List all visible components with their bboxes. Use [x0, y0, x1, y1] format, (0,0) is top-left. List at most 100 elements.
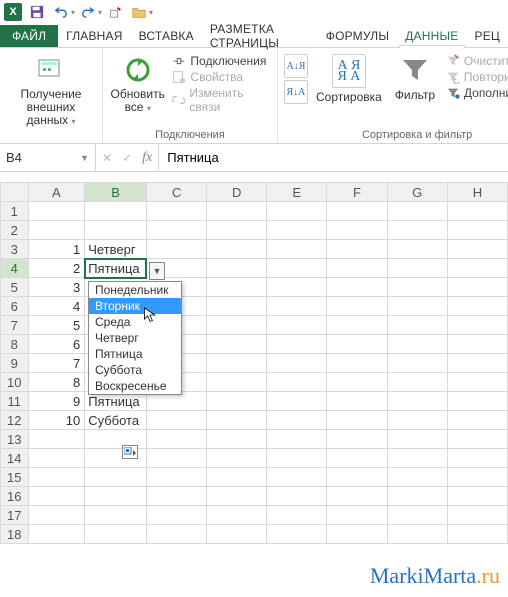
cell[interactable]	[327, 354, 387, 373]
row-header[interactable]: 9	[1, 354, 29, 373]
col-header-E[interactable]: E	[267, 183, 327, 202]
col-header-F[interactable]: F	[327, 183, 387, 202]
cell[interactable]	[387, 392, 447, 411]
cell[interactable]	[207, 240, 267, 259]
cell[interactable]	[327, 525, 387, 544]
row-header[interactable]: 15	[1, 468, 29, 487]
cell[interactable]	[387, 468, 447, 487]
cell[interactable]	[327, 221, 387, 240]
cell[interactable]	[447, 240, 507, 259]
get-external-data-button[interactable]: Получениевнешних данных ▾	[6, 52, 96, 128]
cell[interactable]	[207, 221, 267, 240]
cell[interactable]	[267, 392, 327, 411]
col-header-A[interactable]: A	[28, 183, 85, 202]
tab-home[interactable]: ГЛАВНАЯ	[58, 25, 130, 47]
cell[interactable]	[327, 506, 387, 525]
reapply-button[interactable]: Повторить	[446, 70, 508, 84]
cell[interactable]	[267, 335, 327, 354]
cell[interactable]	[28, 506, 85, 525]
cell[interactable]	[267, 373, 327, 392]
col-header-C[interactable]: C	[146, 183, 206, 202]
cell[interactable]	[447, 335, 507, 354]
row-header[interactable]: 13	[1, 430, 29, 449]
cell[interactable]	[447, 354, 507, 373]
cell[interactable]: 6	[28, 335, 85, 354]
cell[interactable]	[447, 221, 507, 240]
cell[interactable]: Четверг	[85, 240, 147, 259]
dropdown-option[interactable]: Пятница	[89, 346, 181, 362]
cell[interactable]	[267, 202, 327, 221]
cell[interactable]	[327, 430, 387, 449]
tab-data[interactable]: ДАННЫЕ	[397, 25, 466, 47]
cell[interactable]	[327, 411, 387, 430]
connections-button[interactable]: Подключения	[172, 54, 271, 68]
cell[interactable]	[387, 354, 447, 373]
cell[interactable]	[387, 335, 447, 354]
cell[interactable]	[207, 430, 267, 449]
cell[interactable]	[447, 373, 507, 392]
row-header[interactable]: 2	[1, 221, 29, 240]
cell[interactable]	[447, 297, 507, 316]
cell[interactable]	[387, 221, 447, 240]
cell[interactable]	[327, 373, 387, 392]
cell[interactable]	[28, 221, 85, 240]
name-box[interactable]: B4 ▼	[0, 144, 96, 171]
fx-icon[interactable]: fx	[142, 150, 152, 166]
cell[interactable]	[267, 525, 327, 544]
cell[interactable]	[85, 506, 147, 525]
advanced-filter-button[interactable]: Дополнительно	[446, 86, 508, 100]
cell[interactable]	[146, 525, 206, 544]
cell[interactable]	[207, 297, 267, 316]
cell[interactable]	[207, 487, 267, 506]
row-header[interactable]: 12	[1, 411, 29, 430]
dropdown-option[interactable]: Понедельник	[89, 282, 181, 298]
cell[interactable]	[447, 411, 507, 430]
cell[interactable]	[267, 221, 327, 240]
cell[interactable]: 8	[28, 373, 85, 392]
cell[interactable]	[327, 487, 387, 506]
cell[interactable]	[447, 259, 507, 278]
cell[interactable]	[267, 259, 327, 278]
cell[interactable]	[387, 430, 447, 449]
cell[interactable]	[267, 468, 327, 487]
undo-caret-icon[interactable]: ▾	[71, 8, 75, 17]
cell[interactable]: 5	[28, 316, 85, 335]
row-header[interactable]: 16	[1, 487, 29, 506]
cell[interactable]	[327, 335, 387, 354]
row-header[interactable]: 1	[1, 202, 29, 221]
tab-formulas[interactable]: ФОРМУЛЫ	[318, 25, 397, 47]
row-header[interactable]: 11	[1, 392, 29, 411]
cell[interactable]	[327, 259, 387, 278]
row-header[interactable]: 5	[1, 278, 29, 297]
cell[interactable]	[267, 240, 327, 259]
cell[interactable]	[387, 373, 447, 392]
tab-file[interactable]: ФАЙЛ	[0, 25, 58, 47]
open-button[interactable]	[128, 2, 150, 22]
cell[interactable]	[85, 468, 147, 487]
dropdown-option[interactable]: Суббота	[89, 362, 181, 378]
cell[interactable]	[207, 373, 267, 392]
cell[interactable]	[207, 525, 267, 544]
open-caret-icon[interactable]: ▾	[149, 8, 153, 17]
cell[interactable]	[327, 240, 387, 259]
col-header-D[interactable]: D	[207, 183, 267, 202]
cell[interactable]	[327, 316, 387, 335]
cancel-formula-icon[interactable]: ✕	[102, 151, 112, 165]
cell[interactable]: 3	[28, 278, 85, 297]
filter-button[interactable]: Фильтр	[390, 52, 440, 102]
cell[interactable]	[387, 449, 447, 468]
dropdown-option[interactable]: Воскресенье	[89, 378, 181, 394]
cell[interactable]	[387, 487, 447, 506]
cell[interactable]	[327, 202, 387, 221]
row-header[interactable]: 10	[1, 373, 29, 392]
cell[interactable]	[387, 278, 447, 297]
dropdown-option[interactable]: Вторник	[89, 298, 181, 314]
cell[interactable]: 7	[28, 354, 85, 373]
cell[interactable]	[447, 278, 507, 297]
cell[interactable]: Суббота	[85, 411, 147, 430]
sort-az-button[interactable]: А↓Я	[284, 54, 308, 78]
row-header[interactable]: 17	[1, 506, 29, 525]
cell[interactable]	[146, 430, 206, 449]
cell[interactable]	[28, 430, 85, 449]
cell[interactable]	[267, 430, 327, 449]
